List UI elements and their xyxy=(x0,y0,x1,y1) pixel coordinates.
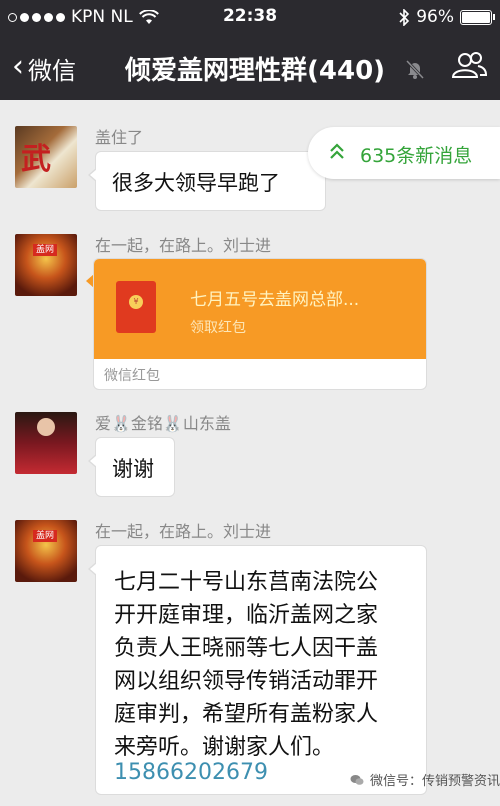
bluetooth-icon xyxy=(399,8,410,26)
double-chevron-up-icon xyxy=(330,143,344,159)
avatar[interactable]: 武 xyxy=(15,126,77,188)
message-line: 开开庭审理，临沂盖网之家 xyxy=(114,603,379,628)
new-messages-button[interactable]: 635条新消息 xyxy=(308,127,500,179)
red-packet-card[interactable]: ¥ 七月五号去盖网总部... 领取红包 微信红包 xyxy=(93,258,427,390)
red-packet-action: 领取红包 xyxy=(190,320,246,336)
message-line: 七月二十号山东莒南法院公 xyxy=(114,570,379,595)
red-packet-title: 七月五号去盖网总部... xyxy=(190,290,360,310)
battery-percent: 96% xyxy=(416,7,454,27)
wechat-icon xyxy=(350,774,364,785)
message-bubble[interactable]: 谢谢 xyxy=(88,437,175,497)
watermark-text: 微信号：传销预警资讯 xyxy=(370,774,500,789)
message-line: 庭审判，希望所有盖粉家人 xyxy=(114,702,379,727)
battery-icon xyxy=(460,9,495,25)
red-envelope-icon: ¥ xyxy=(116,281,156,333)
avatar-logo-text: 武 xyxy=(21,142,51,177)
status-bar: KPN NL 22:38 96% xyxy=(0,0,500,34)
group-members-icon[interactable] xyxy=(450,50,488,82)
message-bubble[interactable]: 很多大领导早跑了 xyxy=(88,151,326,211)
message-text: 谢谢 xyxy=(112,457,154,481)
avatar-logo: 盖网 xyxy=(33,244,57,256)
sender-name: 爱🐰金铭🐰山东盖 xyxy=(95,414,231,433)
chat-title: 倾爱盖网理性群(440) xyxy=(125,56,386,86)
message-bubble[interactable]: 七月二十号山东莒南法院公 开开庭审理，临沂盖网之家 负责人王晓丽等七人因干盖 网… xyxy=(88,545,427,795)
chevron-left-icon: ‹ xyxy=(12,49,24,84)
sender-name: 在一起，在路上。刘士进 xyxy=(95,522,272,541)
avatar-face xyxy=(37,418,55,436)
message-line: 负责人王晓丽等七人因干盖 xyxy=(114,636,379,661)
mute-icon xyxy=(405,59,425,80)
sender-name: 在一起，在路上。刘士进 xyxy=(95,236,272,255)
watermark: 微信号：传销预警资讯 xyxy=(350,770,500,789)
nav-bar: ‹ 微信 倾爱盖网理性群(440) xyxy=(0,34,500,100)
new-messages-label: 635条新消息 xyxy=(360,145,473,167)
avatar[interactable]: 盖网 xyxy=(15,234,77,296)
avatar[interactable]: 盖网 xyxy=(15,520,77,582)
avatar[interactable] xyxy=(15,412,77,474)
phone-number-link[interactable]: 15866202679 xyxy=(114,760,268,785)
avatar-logo: 盖网 xyxy=(33,530,57,542)
message-line: 网以组织领导传销活动罪开 xyxy=(114,669,379,694)
back-label: 微信 xyxy=(28,57,76,85)
sender-name: 盖住了 xyxy=(95,128,144,147)
back-button[interactable]: ‹ 微信 xyxy=(12,51,76,86)
red-packet-footer: 微信红包 xyxy=(104,368,160,384)
message-text: 很多大领导早跑了 xyxy=(112,171,280,195)
message-line: 来旁听。谢谢家人们。 xyxy=(114,735,335,760)
